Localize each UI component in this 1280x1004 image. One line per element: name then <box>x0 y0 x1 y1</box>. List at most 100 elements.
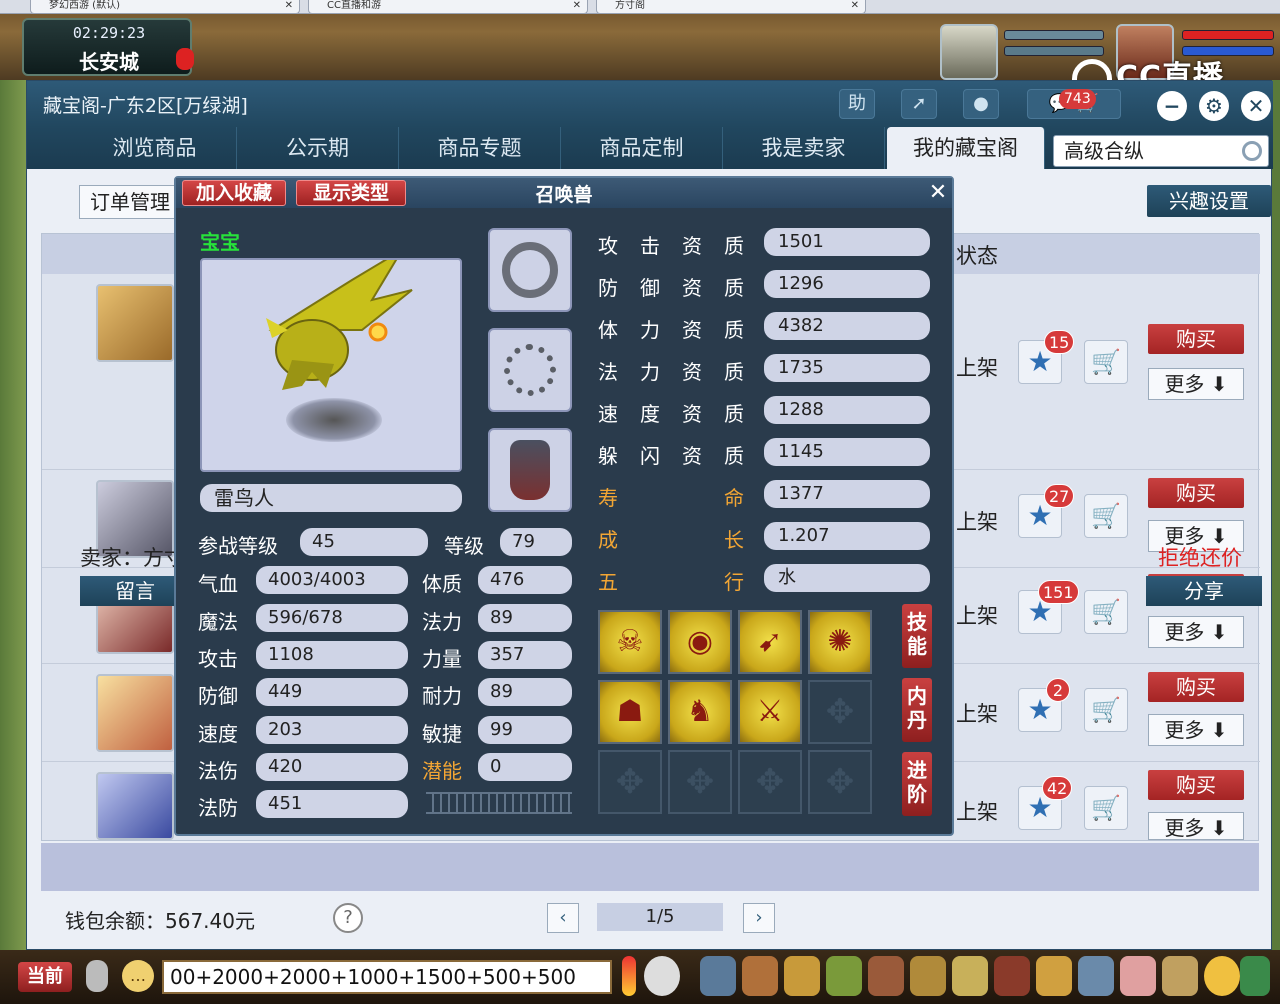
microphone-icon[interactable] <box>86 960 108 992</box>
aptitude-char: 质 <box>724 318 744 342</box>
aptitude-label: 防御资质 <box>598 272 744 301</box>
chest-icon[interactable] <box>742 956 778 996</box>
skill-slot[interactable]: ➹ <box>738 610 802 674</box>
buy-button[interactable]: 购买 <box>1148 770 1244 800</box>
player-hp-bar <box>1182 30 1274 40</box>
emoji-icon[interactable] <box>644 956 680 996</box>
popup-header: 加入收藏 显示类型 召唤兽 ✕ <box>176 178 952 208</box>
cart-icon[interactable]: 🛒 <box>1084 786 1128 830</box>
pet-hp-bar <box>1004 30 1104 40</box>
attribute-value: 89 <box>478 604 572 632</box>
tab-topics[interactable]: 商品专题 <box>399 127 561 169</box>
skill-slot[interactable]: ☠ <box>598 610 662 674</box>
skill-icon[interactable] <box>994 956 1030 996</box>
peach-icon[interactable] <box>1120 956 1156 996</box>
cart-icon[interactable]: 🛒 <box>1084 340 1128 384</box>
skill-slot[interactable]: ✺ <box>808 610 872 674</box>
skill-slot[interactable]: ◉ <box>668 610 732 674</box>
item-thumbnail[interactable] <box>96 674 174 752</box>
browser-tab[interactable]: 梦幻西游 (默认) ✕ <box>30 0 300 14</box>
window-title: 藏宝阁-广东2区[万绿湖] <box>43 95 248 117</box>
close-icon[interactable]: ✕ <box>851 0 859 12</box>
interest-settings-button[interactable]: 兴趣设置 <box>1147 185 1271 217</box>
tab-inner-core[interactable]: 内丹 <box>902 678 932 742</box>
buy-button[interactable]: 购买 <box>1148 324 1244 354</box>
prev-page-button[interactable]: ‹ <box>547 903 579 933</box>
gear-icon[interactable]: ⚙ <box>1199 91 1229 121</box>
pet-icon[interactable] <box>826 956 862 996</box>
tab-advance[interactable]: 进阶 <box>902 752 932 816</box>
system-icon[interactable] <box>1240 956 1270 996</box>
next-page-button[interactable]: › <box>743 903 775 933</box>
help-icon[interactable]: ? <box>333 903 363 933</box>
sword-icon[interactable] <box>700 956 736 996</box>
item-thumbnail[interactable] <box>96 772 174 840</box>
more-button[interactable]: 更多 ⬇ <box>1148 368 1244 400</box>
aptitude-char: 五 <box>598 570 618 594</box>
cart-icon[interactable]: 🛒 <box>1084 494 1128 538</box>
pet-portrait-icon[interactable] <box>940 24 998 80</box>
cart-icon[interactable]: 🛒 <box>1084 590 1128 634</box>
tab-publicity[interactable]: 公示期 <box>237 127 399 169</box>
browser-tab-bar: 梦幻西游 (默认) ✕ CC直播和游 ✕ 方寸阁 ✕ <box>0 0 1280 14</box>
help-button[interactable]: 助 <box>839 89 875 119</box>
tab-browse[interactable]: 浏览商品 <box>73 127 237 169</box>
tab-seller[interactable]: 我是卖家 <box>723 127 885 169</box>
item-thumbnail[interactable] <box>96 284 174 362</box>
handshake-icon[interactable] <box>1162 956 1198 996</box>
empty-slot-icon: ✥ <box>685 762 715 802</box>
figure-skill-icon: ♞ <box>686 694 714 729</box>
bag-icon[interactable] <box>784 956 820 996</box>
buy-button[interactable]: 购买 <box>1148 478 1244 508</box>
empty-skill-slot: ✥ <box>808 680 872 744</box>
browser-tab[interactable]: CC直播和游 ✕ <box>308 0 588 14</box>
gang-icon[interactable] <box>910 956 946 996</box>
stat-value: 4003/4003 <box>256 566 408 594</box>
equipment-slot-necklace[interactable] <box>488 328 572 412</box>
empty-slot-icon: ✥ <box>615 762 645 802</box>
aptitude-char: 质 <box>724 360 744 384</box>
aptitude-value: 1296 <box>764 270 930 298</box>
record-icon[interactable]: ● <box>963 89 999 119</box>
close-icon[interactable]: ✕ <box>573 0 581 12</box>
skill-slot[interactable]: ☗ <box>598 680 662 744</box>
cart-icon[interactable]: 🛒 <box>1084 688 1128 732</box>
lifespan-label: 寿命 <box>598 482 744 511</box>
search-icon[interactable] <box>1242 141 1262 161</box>
tab-skills[interactable]: 技能 <box>902 604 932 668</box>
skill-slot[interactable]: ⚔ <box>738 680 802 744</box>
aptitude-char: 御 <box>640 276 660 300</box>
more-button[interactable]: 更多 ⬇ <box>1148 812 1244 840</box>
minimize-icon[interactable]: − <box>1157 91 1187 121</box>
more-button[interactable]: 更多 ⬇ <box>1148 714 1244 746</box>
share-button[interactable]: 分享 <box>1146 576 1262 606</box>
quest-icon[interactable] <box>952 956 988 996</box>
voice-level-icon <box>622 956 636 996</box>
close-icon[interactable]: ✕ <box>926 180 950 206</box>
aptitude-char: 资 <box>682 318 702 342</box>
tab-custom[interactable]: 商品定制 <box>561 127 723 169</box>
share-arrow-icon[interactable]: ➚ <box>901 89 937 119</box>
equipment-slot-ring[interactable] <box>488 228 572 312</box>
bell-icon[interactable] <box>1036 956 1072 996</box>
close-icon[interactable]: ✕ <box>1241 91 1271 121</box>
buy-button[interactable]: 购买 <box>1148 672 1244 702</box>
team-icon[interactable] <box>868 956 904 996</box>
search-input[interactable]: 高级合纵 <box>1053 135 1269 167</box>
chat-input[interactable]: 00+2000+2000+1000+1500+500+500 <box>162 960 612 994</box>
skill-slot[interactable]: ♞ <box>668 680 732 744</box>
close-icon[interactable]: ✕ <box>285 0 293 12</box>
map-icon[interactable] <box>1078 956 1114 996</box>
equipment-slot-armor[interactable] <box>488 428 572 512</box>
more-button[interactable]: 更多 ⬇ <box>1148 616 1244 648</box>
smiley-icon[interactable] <box>1204 956 1240 996</box>
browser-tab[interactable]: 方寸阁 ✕ <box>596 0 866 14</box>
channel-current-button[interactable]: 当前 <box>18 962 72 992</box>
empty-skill-slot: ✥ <box>808 750 872 814</box>
tab-my-cangbaoge[interactable]: 我的藏宝阁 <box>887 127 1045 169</box>
chat-bubble-icon[interactable]: … <box>122 960 154 992</box>
status-column-header: 状态 <box>956 244 998 268</box>
stat-label: 攻击 <box>198 647 238 671</box>
attribute-label: 体质 <box>422 572 462 596</box>
attribute-label: 力量 <box>422 647 462 671</box>
